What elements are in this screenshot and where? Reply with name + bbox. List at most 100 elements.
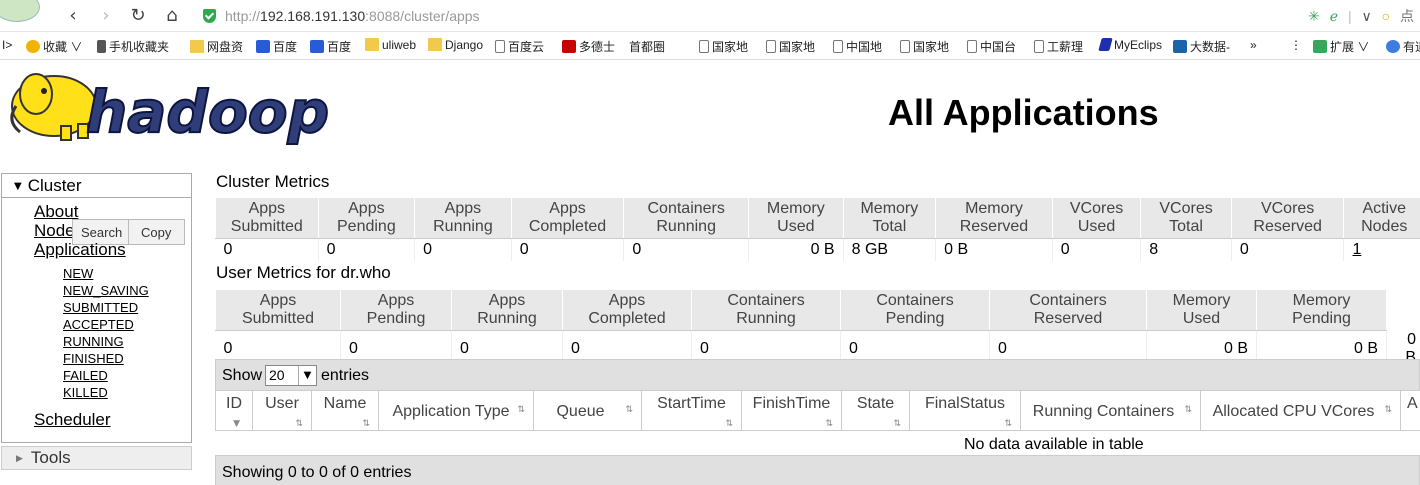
sidebar-state-new[interactable]: NEW: [63, 265, 93, 282]
bookmark-item[interactable]: 首都圈: [629, 38, 665, 55]
metric-header-line: Apps: [444, 200, 482, 217]
column-header-application-type[interactable]: Application Type ⇅: [379, 391, 534, 431]
bookmark-item[interactable]: 手机收藏夹: [97, 38, 169, 55]
column-header-running-containers[interactable]: Running Containers ⇅: [1021, 391, 1201, 431]
bookmark-label: 网盘资: [207, 40, 244, 54]
extensions-button[interactable]: 扩展 ∨: [1313, 38, 1369, 55]
search-engine-icon[interactable]: ○: [1382, 8, 1390, 24]
bookmark-item[interactable]: 大数据-: [1173, 38, 1230, 55]
sidebar-toggle-icon[interactable]: I>: [2, 38, 12, 52]
column-label: A: [1407, 395, 1418, 412]
sidebar-state-failed[interactable]: FAILED: [63, 367, 108, 384]
bookmark-item[interactable]: 国家地: [900, 38, 949, 55]
sidebar-state-accepted[interactable]: ACCEPTED: [63, 316, 134, 333]
bookmark-item[interactable]: 中国地: [833, 38, 882, 55]
bookmark-item[interactable]: MyEclips: [1098, 38, 1162, 52]
metric-header: Containers Running: [691, 289, 841, 331]
sidebar-state-finished[interactable]: FINISHED: [63, 350, 124, 367]
sidebar-state-killed[interactable]: KILLED: [63, 384, 108, 401]
back-icon[interactable]: ‹: [62, 5, 84, 27]
sidebar-state-running[interactable]: RUNNING: [63, 333, 124, 350]
youdao-button[interactable]: 有道: [1386, 38, 1420, 55]
metric-header: Memory Used: [748, 197, 844, 239]
metric-header-line: Containers: [1029, 292, 1107, 309]
column-header-finalstatus[interactable]: FinalStatus ⇅: [910, 391, 1021, 431]
search-hint-text[interactable]: 点: [1400, 6, 1414, 26]
bookmark-label: 国家地: [913, 40, 950, 54]
bookmark-item[interactable]: Django: [428, 38, 483, 52]
metric-header: Apps Running: [451, 289, 563, 331]
column-header-name[interactable]: Name ⇅: [312, 391, 379, 431]
page-icon: [699, 40, 709, 53]
bookmark-item[interactable]: 多德士: [562, 38, 615, 55]
column-label: Name: [323, 395, 367, 412]
page-icon: [900, 40, 910, 53]
column-header-user[interactable]: User ⇅: [253, 391, 312, 431]
column-label: FinalStatus: [924, 395, 1006, 412]
bookmark-item[interactable]: 国家地: [699, 38, 748, 55]
metric-value: 0: [1052, 238, 1142, 261]
cluster-metrics-value-row: 000000 B8 GB 0 B0801: [215, 238, 1420, 261]
bookmark-item[interactable]: 收藏 ∨: [26, 38, 82, 55]
metric-header-line: Pending: [1292, 310, 1351, 327]
metric-header-line: Memory: [965, 200, 1023, 217]
bookmark-item[interactable]: 网盘资: [190, 38, 243, 55]
bookmark-item[interactable]: 百度: [256, 38, 297, 55]
column-header-finishtime[interactable]: FinishTime ⇅: [742, 391, 842, 431]
sort-icon: ⇅: [295, 419, 303, 429]
column-header-id[interactable]: ID ▼: [216, 391, 253, 431]
menu-dots-icon[interactable]: ⋮: [1290, 38, 1302, 52]
tools-section-header[interactable]: ▶ Tools: [1, 446, 192, 470]
forward-icon[interactable]: ›: [95, 5, 117, 27]
metric-header: Apps Completed: [562, 289, 692, 331]
column-label: StartTime: [657, 395, 726, 412]
metric-value: 0 B: [935, 238, 1053, 261]
sort-icon: ⇅: [1004, 419, 1012, 429]
refresh-green-icon[interactable]: ✳: [1308, 8, 1320, 25]
bookmark-item[interactable]: 百度: [310, 38, 351, 55]
bookmark-item[interactable]: 国家地: [766, 38, 815, 55]
star-icon: [26, 40, 40, 53]
url-field[interactable]: http://192.168.191.130:8088/cluster/apps: [225, 8, 480, 24]
metric-header-line: Used: [1077, 218, 1116, 235]
column-header-allocated-memory[interactable]: A: [1401, 391, 1420, 431]
popup-search-button[interactable]: Search: [81, 225, 122, 240]
column-label: Application Type: [392, 403, 510, 420]
bookmark-item[interactable]: 中国台: [967, 38, 1016, 55]
popup-copy-button[interactable]: Copy: [141, 225, 171, 240]
metric-header: Containers Running: [623, 197, 750, 239]
sidebar-state-submitted[interactable]: SUBMITTED: [63, 299, 138, 316]
user-metrics-title: User Metrics for dr.who: [216, 263, 391, 282]
cluster-section-header[interactable]: ▼ Cluster: [2, 174, 191, 198]
popup-divider: [128, 220, 129, 244]
bookmark-item[interactable]: 百度云: [495, 38, 544, 55]
column-header-state[interactable]: State ⇅: [842, 391, 910, 431]
metric-header-line: Running: [656, 218, 716, 235]
bookmarks-overflow[interactable]: »: [1250, 38, 1257, 52]
bookmark-item[interactable]: uliweb: [365, 38, 416, 52]
column-header-starttime[interactable]: StartTime ⇅: [642, 391, 742, 431]
metric-value[interactable]: 1: [1343, 238, 1420, 261]
metric-header-line: Running: [736, 310, 796, 327]
metric-header-line: Apps: [248, 200, 286, 217]
metric-header-line: Nodes: [1361, 218, 1408, 235]
bookmark-item[interactable]: 工薪理: [1034, 38, 1083, 55]
column-header-allocated-cpu-vcores[interactable]: Allocated CPU VCores ⇅: [1201, 391, 1401, 431]
metric-header-line: Apps: [377, 292, 415, 309]
ie-compat-icon[interactable]: ℯ: [1330, 8, 1338, 25]
home-icon[interactable]: ⌂: [161, 5, 183, 27]
sidebar-link-scheduler[interactable]: Scheduler: [34, 410, 111, 430]
metric-value: 0: [215, 238, 319, 261]
sidebar-state-new-saving[interactable]: NEW_SAVING: [63, 282, 149, 299]
entries-select[interactable]: 20 ▼: [265, 365, 317, 386]
bookmark-label: 百度: [327, 40, 352, 54]
bookmark-label: 国家地: [712, 40, 749, 54]
metric-value: 0: [623, 238, 750, 261]
reload-icon[interactable]: ↻: [127, 5, 149, 27]
sidebar-link-applications[interactable]: Applications: [34, 240, 126, 260]
sidebar-link-nodes[interactable]: Node: [34, 221, 75, 241]
browser-profile-icon[interactable]: [0, 0, 40, 22]
metric-header-line: Memory: [1292, 292, 1351, 309]
column-header-queue[interactable]: Queue ⇅: [534, 391, 642, 431]
dropdown-chevron-icon[interactable]: ∨: [1362, 8, 1372, 25]
